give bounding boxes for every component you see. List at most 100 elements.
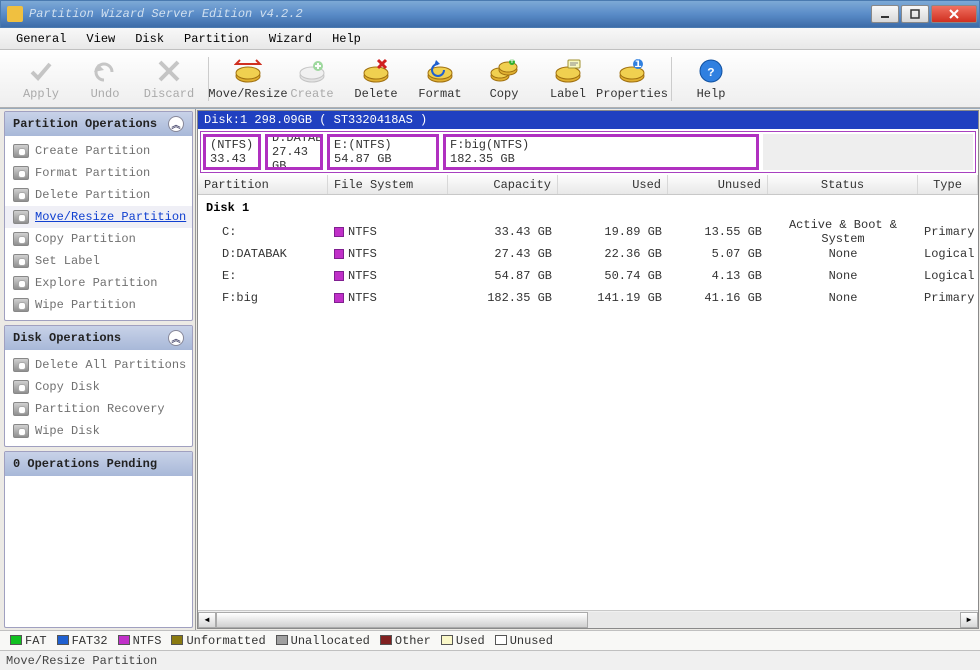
partition-row[interactable]: E:NTFS54.87 GB50.74 GB4.13 GBNoneLogical <box>198 265 978 287</box>
pending-title: 0 Operations Pending <box>13 457 157 471</box>
partition-ops-list: Create PartitionFormat PartitionDelete P… <box>5 136 192 320</box>
partition-block-size: 27.43 GB <box>272 145 316 170</box>
minimize-button[interactable] <box>871 5 899 23</box>
column-header[interactable]: Capacity <box>448 175 558 194</box>
close-button[interactable] <box>931 5 977 23</box>
column-header[interactable]: Type <box>918 175 978 194</box>
legend-label: NTFS <box>133 634 162 648</box>
partition-op-item[interactable]: Format Partition <box>5 162 192 184</box>
scroll-track[interactable] <box>216 612 960 628</box>
cell-filesystem: NTFS <box>328 269 448 283</box>
main-area: Partition Operations ︽ Create PartitionF… <box>0 108 980 630</box>
undo-icon <box>91 57 119 85</box>
legend-item: Unallocated <box>276 634 370 648</box>
partition-op-item[interactable]: Wipe Partition <box>5 294 192 316</box>
disk-icon <box>13 144 29 158</box>
menu-view[interactable]: View <box>78 30 123 48</box>
column-header[interactable]: Status <box>768 175 918 194</box>
partition-row[interactable]: C:NTFS33.43 GB19.89 GB13.55 GBActive & B… <box>198 221 978 243</box>
scroll-left-button[interactable]: ◂ <box>198 612 216 628</box>
horizontal-scrollbar[interactable]: ◂ ▸ <box>198 610 978 628</box>
partition-block[interactable]: D:DATABAK27.43 GB <box>265 134 323 170</box>
unallocated-block[interactable] <box>763 134 973 170</box>
legend-label: FAT <box>25 634 47 648</box>
partition-op-item[interactable]: Set Label <box>5 250 192 272</box>
menu-partition[interactable]: Partition <box>176 30 257 48</box>
moveresize-button[interactable]: Move/Resize <box>217 53 279 105</box>
disk-op-item[interactable]: Wipe Disk <box>5 420 192 442</box>
discard-button: Discard <box>138 53 200 105</box>
partition-op-item[interactable]: Explore Partition <box>5 272 192 294</box>
partition-op-item[interactable]: Move/Resize Partition <box>5 206 192 228</box>
column-header[interactable]: Partition <box>198 175 328 194</box>
partition-block-size: 182.35 GB <box>450 152 752 166</box>
grid-header: PartitionFile SystemCapacityUsedUnusedSt… <box>198 175 978 195</box>
cell-partition: D:DATABAK <box>198 247 328 261</box>
legend-item: FAT32 <box>57 634 108 648</box>
window-controls <box>871 5 977 23</box>
cell-type: Logical <box>918 269 978 283</box>
partition-block-name: C:(NTFS) <box>210 134 254 152</box>
menu-help[interactable]: Help <box>324 30 369 48</box>
disk-op-item[interactable]: Copy Disk <box>5 376 192 398</box>
scroll-right-button[interactable]: ▸ <box>960 612 978 628</box>
disk-icon <box>13 232 29 246</box>
disk-op-item[interactable]: Partition Recovery <box>5 398 192 420</box>
legend-label: Unused <box>510 634 553 648</box>
partition-op-item[interactable]: Copy Partition <box>5 228 192 250</box>
legend-label: Other <box>395 634 431 648</box>
partition-operations-panel: Partition Operations ︽ Create PartitionF… <box>4 111 193 321</box>
cell-partition: E: <box>198 269 328 283</box>
partition-block[interactable]: E:(NTFS)54.87 GB <box>327 134 439 170</box>
column-header[interactable]: File System <box>328 175 448 194</box>
copy-button[interactable]: +Copy <box>473 53 535 105</box>
cell-status: Active & Boot & System <box>768 218 918 246</box>
disk-info-bar: Disk:1 298.09GB ( ST3320418AS ) <box>198 111 978 129</box>
menu-general[interactable]: General <box>8 30 74 48</box>
menu-disk[interactable]: Disk <box>127 30 172 48</box>
help-button[interactable]: ?Help <box>680 53 742 105</box>
scroll-thumb[interactable] <box>216 612 588 628</box>
maximize-button[interactable] <box>901 5 929 23</box>
partition-block[interactable]: C:(NTFS)33.43 GB <box>203 134 261 170</box>
svg-text:+: + <box>508 58 515 68</box>
disk-icon <box>13 358 29 372</box>
column-header[interactable]: Unused <box>668 175 768 194</box>
status-bar: Move/Resize Partition <box>0 650 980 670</box>
partition-op-item[interactable]: Delete Partition <box>5 184 192 206</box>
menu-bar: GeneralViewDiskPartitionWizardHelp <box>0 28 980 50</box>
legend-item: FAT <box>10 634 47 648</box>
collapse-icon[interactable]: ︽ <box>168 116 184 132</box>
partition-block[interactable]: F:big(NTFS)182.35 GB <box>443 134 759 170</box>
cell-unused: 5.07 GB <box>668 247 768 261</box>
partition-op-item[interactable]: Create Partition <box>5 140 192 162</box>
legend-item: Unused <box>495 634 553 648</box>
disk-icon <box>13 166 29 180</box>
apply-label: Apply <box>23 87 59 101</box>
label-icon <box>554 57 582 85</box>
format-button[interactable]: Format <box>409 53 471 105</box>
collapse-icon[interactable]: ︽ <box>168 330 184 346</box>
label-button[interactable]: Label <box>537 53 599 105</box>
disk-icon <box>13 402 29 416</box>
cell-capacity: 33.43 GB <box>448 225 558 239</box>
menu-wizard[interactable]: Wizard <box>261 30 320 48</box>
legend-swatch-icon <box>441 635 453 645</box>
properties-label: Properties <box>596 87 668 101</box>
moveresize-icon <box>234 57 262 85</box>
delete-icon <box>362 57 390 85</box>
op-label: Set Label <box>35 254 100 268</box>
format-label: Format <box>418 87 461 101</box>
delete-button[interactable]: Delete <box>345 53 407 105</box>
partition-row[interactable]: F:bigNTFS182.35 GB141.19 GB41.16 GBNoneP… <box>198 287 978 309</box>
properties-button[interactable]: iProperties <box>601 53 663 105</box>
label-label: Label <box>550 87 586 101</box>
cell-type: Logical <box>918 247 978 261</box>
cell-used: 22.36 GB <box>558 247 668 261</box>
cell-capacity: 54.87 GB <box>448 269 558 283</box>
help-label: Help <box>697 87 726 101</box>
disk-op-item[interactable]: Delete All Partitions <box>5 354 192 376</box>
partition-row[interactable]: D:DATABAKNTFS27.43 GB22.36 GB5.07 GBNone… <box>198 243 978 265</box>
column-header[interactable]: Used <box>558 175 668 194</box>
legend-swatch-icon <box>276 635 288 645</box>
